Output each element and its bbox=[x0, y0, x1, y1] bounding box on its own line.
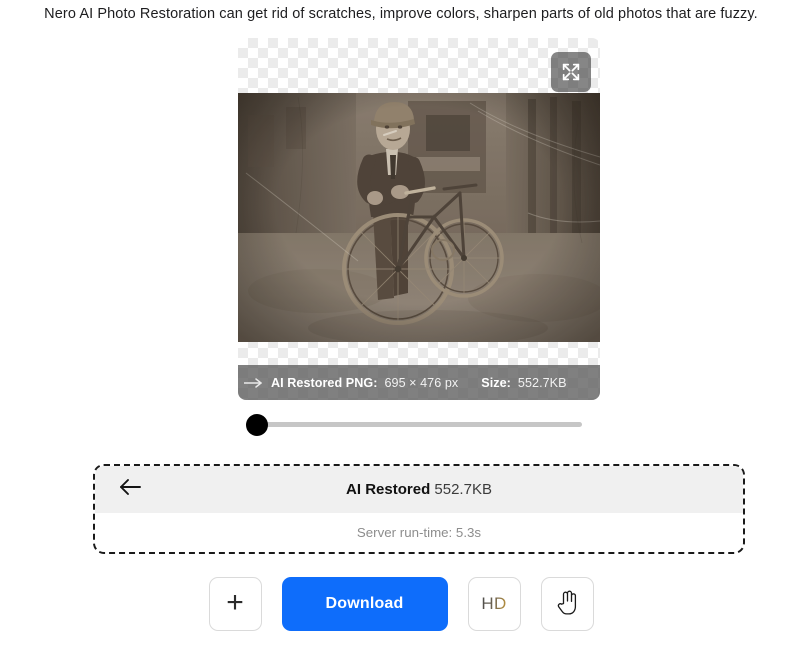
restored-photo bbox=[238, 93, 600, 342]
result-panel-header: AI Restored 552.7KB bbox=[95, 466, 743, 513]
hd-label: HD bbox=[481, 594, 507, 613]
hand-pointer-icon bbox=[554, 588, 580, 621]
slider-thumb[interactable] bbox=[246, 414, 268, 436]
caption-size-value: 552.7KB bbox=[517, 375, 567, 390]
before-after-slider[interactable] bbox=[246, 414, 582, 436]
caption-label: AI Restored PNG: bbox=[271, 376, 377, 390]
image-info-caption: AI Restored PNG: 695 × 476 px Size: 552.… bbox=[238, 365, 600, 400]
add-image-button[interactable]: + bbox=[208, 577, 262, 631]
result-title-size: 552.7KB bbox=[434, 481, 492, 498]
expand-fullscreen-button[interactable] bbox=[551, 52, 591, 92]
result-title: AI Restored 552.7KB bbox=[95, 481, 743, 498]
slider-track[interactable] bbox=[246, 422, 582, 427]
action-bar: + Download HD bbox=[0, 577, 802, 631]
caption-format-label: AI Restored PNG: bbox=[271, 375, 378, 390]
hand-tool-button[interactable] bbox=[540, 577, 594, 631]
result-title-bold: AI Restored bbox=[346, 481, 431, 498]
caption-size-key: Size: bbox=[481, 375, 511, 390]
photo-illustration bbox=[238, 93, 600, 342]
result-panel: AI Restored 552.7KB Server run-time: 5.3… bbox=[93, 464, 745, 554]
page-headline: Nero AI Photo Restoration can get rid of… bbox=[44, 6, 758, 22]
caption-dimensions: 695 × 476 px bbox=[384, 375, 459, 390]
arrow-right-icon bbox=[244, 377, 264, 389]
page-root: Nero AI Photo Restoration can get rid of… bbox=[0, 0, 802, 645]
hd-quality-button[interactable]: HD bbox=[467, 577, 521, 631]
arrow-left-icon bbox=[118, 478, 142, 501]
download-button[interactable]: Download bbox=[281, 577, 448, 631]
server-runtime-text: Server run-time: 5.3s bbox=[356, 525, 482, 540]
expand-arrows-icon bbox=[560, 61, 582, 83]
plus-icon: + bbox=[226, 585, 244, 619]
back-button[interactable] bbox=[117, 477, 143, 503]
caption-size-label: Size: bbox=[481, 376, 511, 390]
image-preview-card: AI Restored PNG: 695 × 476 px Size: 552.… bbox=[238, 38, 600, 400]
